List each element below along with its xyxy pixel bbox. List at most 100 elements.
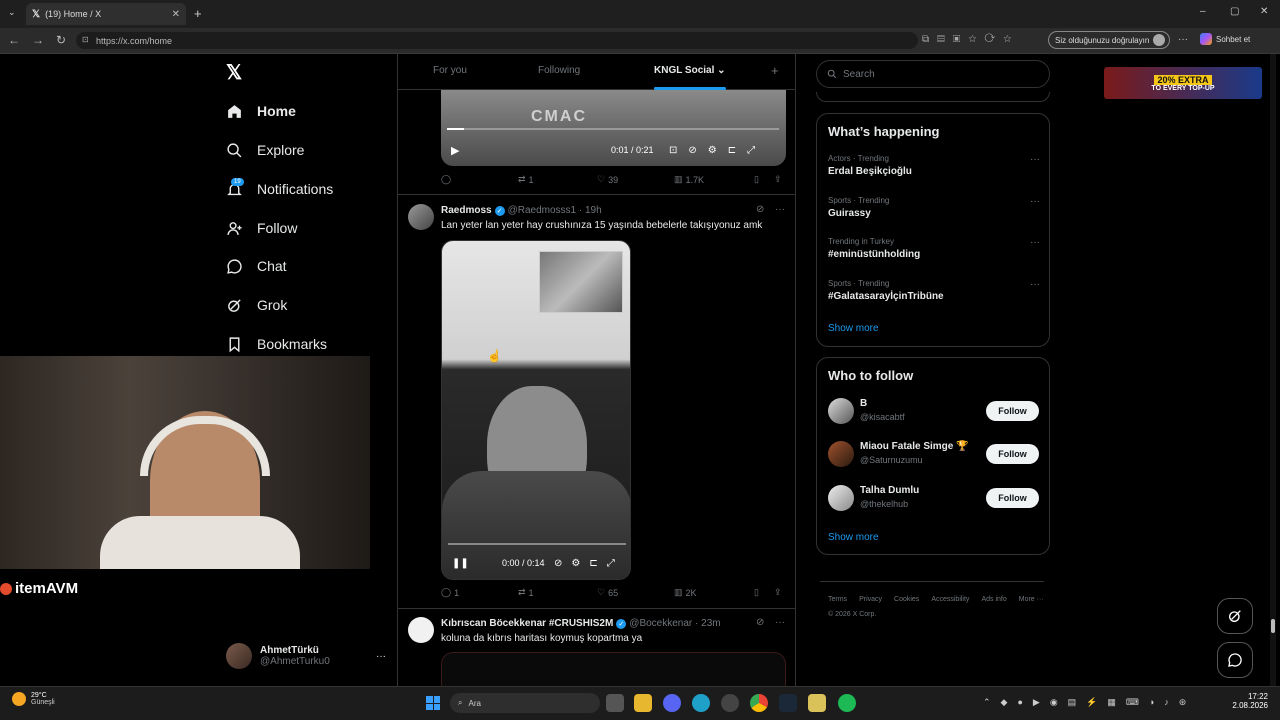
post1-more-icon[interactable]: ··· — [775, 204, 785, 215]
nav-explore[interactable]: Explore — [226, 136, 304, 164]
who-avatar[interactable] — [828, 398, 854, 424]
system-tray-icons[interactable]: ⌃◆●▶◉▤⚡▦⌨◑♪⊛ — [983, 697, 1196, 708]
grok-post-icon[interactable]: ⊘ — [756, 204, 764, 215]
tab-for-you[interactable]: For you — [433, 65, 467, 76]
more-menu-icon[interactable]: ··· — [1178, 34, 1188, 45]
x-logo-icon[interactable]: 𝕏 — [226, 60, 242, 85]
video-progress-track[interactable] — [447, 128, 779, 130]
post1-video[interactable]: ❚❚ 0:00 / 0:14 ⊘⚙⊏⤢ — [441, 240, 631, 580]
nav-chat[interactable]: Chat — [226, 252, 287, 280]
repost-button[interactable]: ⇄ 1 — [518, 174, 534, 185]
video-progress-track[interactable] — [448, 543, 626, 545]
address-bar[interactable]: https://x.com/home — [76, 32, 918, 49]
follow-button[interactable]: Follow — [986, 488, 1039, 508]
views-button[interactable]: ▥ 1.7K — [674, 174, 704, 185]
footer-ads[interactable]: Ads info — [981, 596, 1006, 603]
post2-avatar[interactable] — [408, 617, 434, 643]
follow-button[interactable]: Follow — [986, 444, 1039, 464]
views-button[interactable]: ▥ 2K — [674, 587, 697, 598]
bookmark-button[interactable]: ▯ — [754, 587, 759, 598]
who-show-more[interactable]: Show more — [828, 532, 879, 543]
video-tool-icons[interactable]: ⊘⚙⊏⤢ — [554, 558, 624, 569]
tab-kngl-social[interactable]: KNGL Social ⌄ — [654, 65, 726, 76]
scrollbar-thumb[interactable] — [1271, 619, 1275, 633]
search-input[interactable]: Search — [816, 60, 1050, 88]
play-icon[interactable]: ▶ — [451, 144, 459, 157]
post1-avatar[interactable] — [408, 204, 434, 230]
spotify-icon[interactable] — [838, 694, 856, 712]
maximize-icon[interactable]: ▢ — [1230, 6, 1239, 17]
post2-handle[interactable]: @Bocekkenar · 23m — [629, 618, 720, 629]
post2-author[interactable]: Kıbrıscan Böcekkenar #CRUSHIS2M — [441, 618, 613, 629]
nav-bookmarks[interactable]: Bookmarks — [226, 330, 327, 358]
back-icon[interactable]: ← — [8, 33, 20, 47]
reload-icon[interactable]: ↻ — [56, 33, 66, 47]
video-tool-icons[interactable]: ⊡⊘⚙⊏⤢ — [669, 145, 766, 156]
minimize-icon[interactable]: – — [1200, 6, 1206, 17]
site-info-icon[interactable]: ⊡ — [82, 35, 89, 44]
who-avatar[interactable] — [828, 441, 854, 467]
bookmark-button[interactable]: ▯ — [754, 174, 759, 185]
browser-tab[interactable]: 𝕏 (19) Home / X ✕ — [26, 3, 186, 25]
close-window-icon[interactable]: ✕ — [1260, 6, 1268, 17]
repost-button[interactable]: ⇄ 1 — [518, 587, 534, 598]
post0-video[interactable]: CMAC ▶ 0:01 / 0:21 ⊡⊘⚙⊏⤢ — [441, 90, 786, 166]
chat-floating-button[interactable] — [1217, 642, 1253, 678]
nav-follow[interactable]: Follow — [226, 214, 297, 242]
task-view-icon[interactable] — [606, 694, 624, 712]
trend-more-icon[interactable]: ··· — [1030, 279, 1040, 290]
nav-grok[interactable]: Grok — [226, 291, 287, 319]
footer-cookies[interactable]: Cookies — [894, 596, 919, 603]
footer-privacy[interactable]: Privacy — [859, 596, 882, 603]
follow-button[interactable]: Follow — [986, 401, 1039, 421]
post2-media[interactable] — [441, 652, 786, 686]
ad-banner[interactable]: 20% EXTRA TO EVERY TOP-UP — [1104, 67, 1262, 99]
weather-widget[interactable]: 29°C Güneşli — [12, 692, 55, 706]
share-button[interactable]: ⇪ — [774, 587, 782, 598]
like-button[interactable]: ♡ 39 — [597, 174, 618, 185]
post1-handle[interactable]: @Raedmosss1 · 19h — [508, 205, 602, 216]
grok-floating-button[interactable] — [1217, 598, 1253, 634]
like-button[interactable]: ♡ 65 — [597, 587, 618, 598]
trend-item[interactable]: Actors · Trending Erdal Beşikçioğlu ··· — [828, 154, 1040, 177]
who-avatar[interactable] — [828, 485, 854, 511]
close-tab-icon[interactable]: ✕ — [172, 9, 180, 20]
who-item[interactable]: B @kisacabtf — [860, 398, 905, 422]
start-button[interactable] — [426, 696, 440, 710]
trends-show-more[interactable]: Show more — [828, 323, 879, 334]
pause-icon[interactable]: ❚❚ — [452, 558, 469, 569]
trend-item[interactable]: Sports · Trending Guirassy ··· — [828, 196, 1040, 219]
reply-button[interactable]: ◯ — [441, 174, 454, 185]
steam-app-icon[interactable] — [721, 694, 739, 712]
steam-icon[interactable] — [779, 694, 797, 712]
new-tab-icon[interactable]: + — [194, 6, 202, 21]
share-button[interactable]: ⇪ — [774, 174, 782, 185]
taskbar-clock[interactable]: 17:22 2.08.2026 — [1226, 692, 1268, 710]
footer-accessibility[interactable]: Accessibility — [931, 596, 969, 603]
taskbar-search[interactable]: ⌕ Ara — [450, 693, 600, 713]
trend-more-icon[interactable]: ··· — [1030, 237, 1040, 248]
reply-button[interactable]: ◯ 1 — [441, 587, 459, 598]
trend-item[interactable]: Sports · Trending #GalatasarayİçinTribün… — [828, 279, 1040, 302]
add-tab-icon[interactable]: + — [771, 63, 779, 78]
file-explorer-icon[interactable] — [634, 694, 652, 712]
post2-more-icon[interactable]: ··· — [775, 617, 785, 628]
chrome-icon[interactable] — [750, 694, 768, 712]
grok-post-icon[interactable]: ⊘ — [756, 617, 764, 628]
tab-following[interactable]: Following — [538, 65, 580, 76]
tab-menu-icon[interactable]: ⌄ — [8, 7, 16, 18]
account-more-icon[interactable]: ··· — [376, 651, 386, 662]
copilot-chat-button[interactable]: Sohbet et — [1200, 33, 1250, 45]
notes-icon[interactable] — [808, 694, 826, 712]
post1-author[interactable]: Raedmoss — [441, 205, 492, 216]
trend-more-icon[interactable]: ··· — [1030, 196, 1040, 207]
account-switcher[interactable]: AhmetTürkü @AhmetTurku0 ··· — [226, 640, 386, 672]
who-item[interactable]: Miaou Fatale Simge 🏆 @Saturnuzumu — [860, 441, 969, 465]
verify-identity-button[interactable]: Siz olduğunuzu doğrulayın — [1048, 31, 1170, 49]
trend-item[interactable]: Trending in Turkey #eminüstünholding ··· — [828, 237, 1040, 260]
forward-icon[interactable]: → — [32, 33, 44, 47]
footer-terms[interactable]: Terms — [828, 596, 847, 603]
trend-more-icon[interactable]: ··· — [1030, 154, 1040, 165]
edge-icon[interactable] — [692, 694, 710, 712]
who-item[interactable]: Talha Dumlu @thekelhub — [860, 485, 919, 509]
